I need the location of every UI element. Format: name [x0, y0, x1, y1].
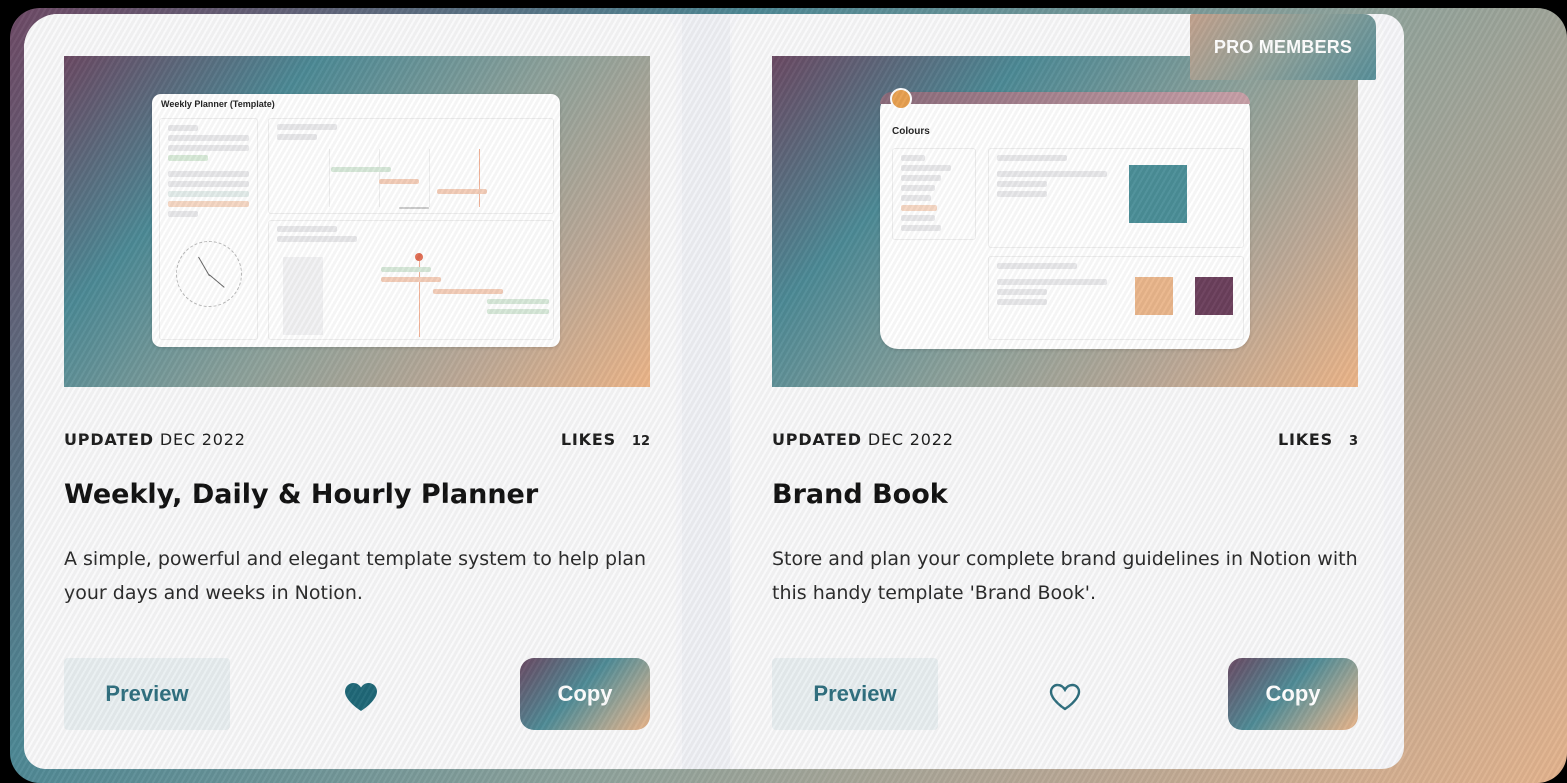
thumbnail-timeline: [268, 118, 554, 214]
thumbnail-week-view: [268, 220, 554, 340]
card-title[interactable]: Weekly, Daily & Hourly Planner: [64, 479, 538, 510]
gradient-frame: Weekly Planner (Template) UPDATED DEC 20…: [10, 8, 1567, 783]
thumbnail-title: Colours: [892, 126, 930, 137]
card-title[interactable]: Brand Book: [772, 479, 948, 510]
heart-filled-icon[interactable]: [344, 682, 378, 712]
template-card-planner[interactable]: Weekly Planner (Template) UPDATED DEC 20…: [24, 14, 676, 769]
thumbnail-screenshot: Colours: [880, 88, 1250, 349]
updated-date: DEC 2022: [159, 430, 246, 449]
likes-count: 12: [631, 434, 650, 449]
template-thumbnail[interactable]: Weekly Planner (Template): [64, 56, 650, 387]
likes: LIKES 3: [1278, 430, 1358, 449]
likes-count: 3: [1348, 434, 1358, 449]
card-description: A simple, powerful and elegant template …: [64, 548, 647, 604]
template-thumbnail[interactable]: Colours: [772, 56, 1358, 387]
card-description: Store and plan your complete brand guide…: [772, 548, 1358, 604]
copy-button[interactable]: Copy: [520, 658, 650, 730]
heart-outline-icon[interactable]: [1048, 682, 1082, 712]
thumbnail-sidebar: [159, 118, 258, 340]
thumbnail-sidebar: [892, 148, 976, 240]
preview-button[interactable]: Preview: [64, 658, 230, 730]
thumbnail-screenshot: Weekly Planner (Template): [152, 94, 560, 347]
primary-colours-panel: [988, 148, 1244, 248]
secondary-colours-panel: [988, 256, 1244, 340]
likes-label: LIKES: [1277, 430, 1333, 449]
likes: LIKES 12: [561, 430, 650, 449]
pro-members-badge: PRO MEMBERS: [1190, 14, 1376, 80]
preview-button[interactable]: Preview: [772, 658, 938, 730]
page-emoji-icon: [890, 88, 912, 110]
card-gutter: [682, 14, 730, 769]
copy-button[interactable]: Copy: [1228, 658, 1358, 730]
card-meta: UPDATED DEC 2022 LIKES 12: [64, 430, 650, 454]
updated-label: UPDATED: [772, 430, 862, 449]
card-meta: UPDATED DEC 2022 LIKES 3: [772, 430, 1358, 454]
updated-label: UPDATED: [64, 430, 154, 449]
template-card-brand-book[interactable]: Colours PRO MEMBERS UPDATED DEC 2022 LIK…: [732, 14, 1384, 769]
thumbnail-title: Weekly Planner (Template): [161, 99, 275, 109]
updated-date: DEC 2022: [867, 430, 954, 449]
likes-label: LIKES: [560, 430, 616, 449]
clock-icon: [176, 241, 242, 307]
